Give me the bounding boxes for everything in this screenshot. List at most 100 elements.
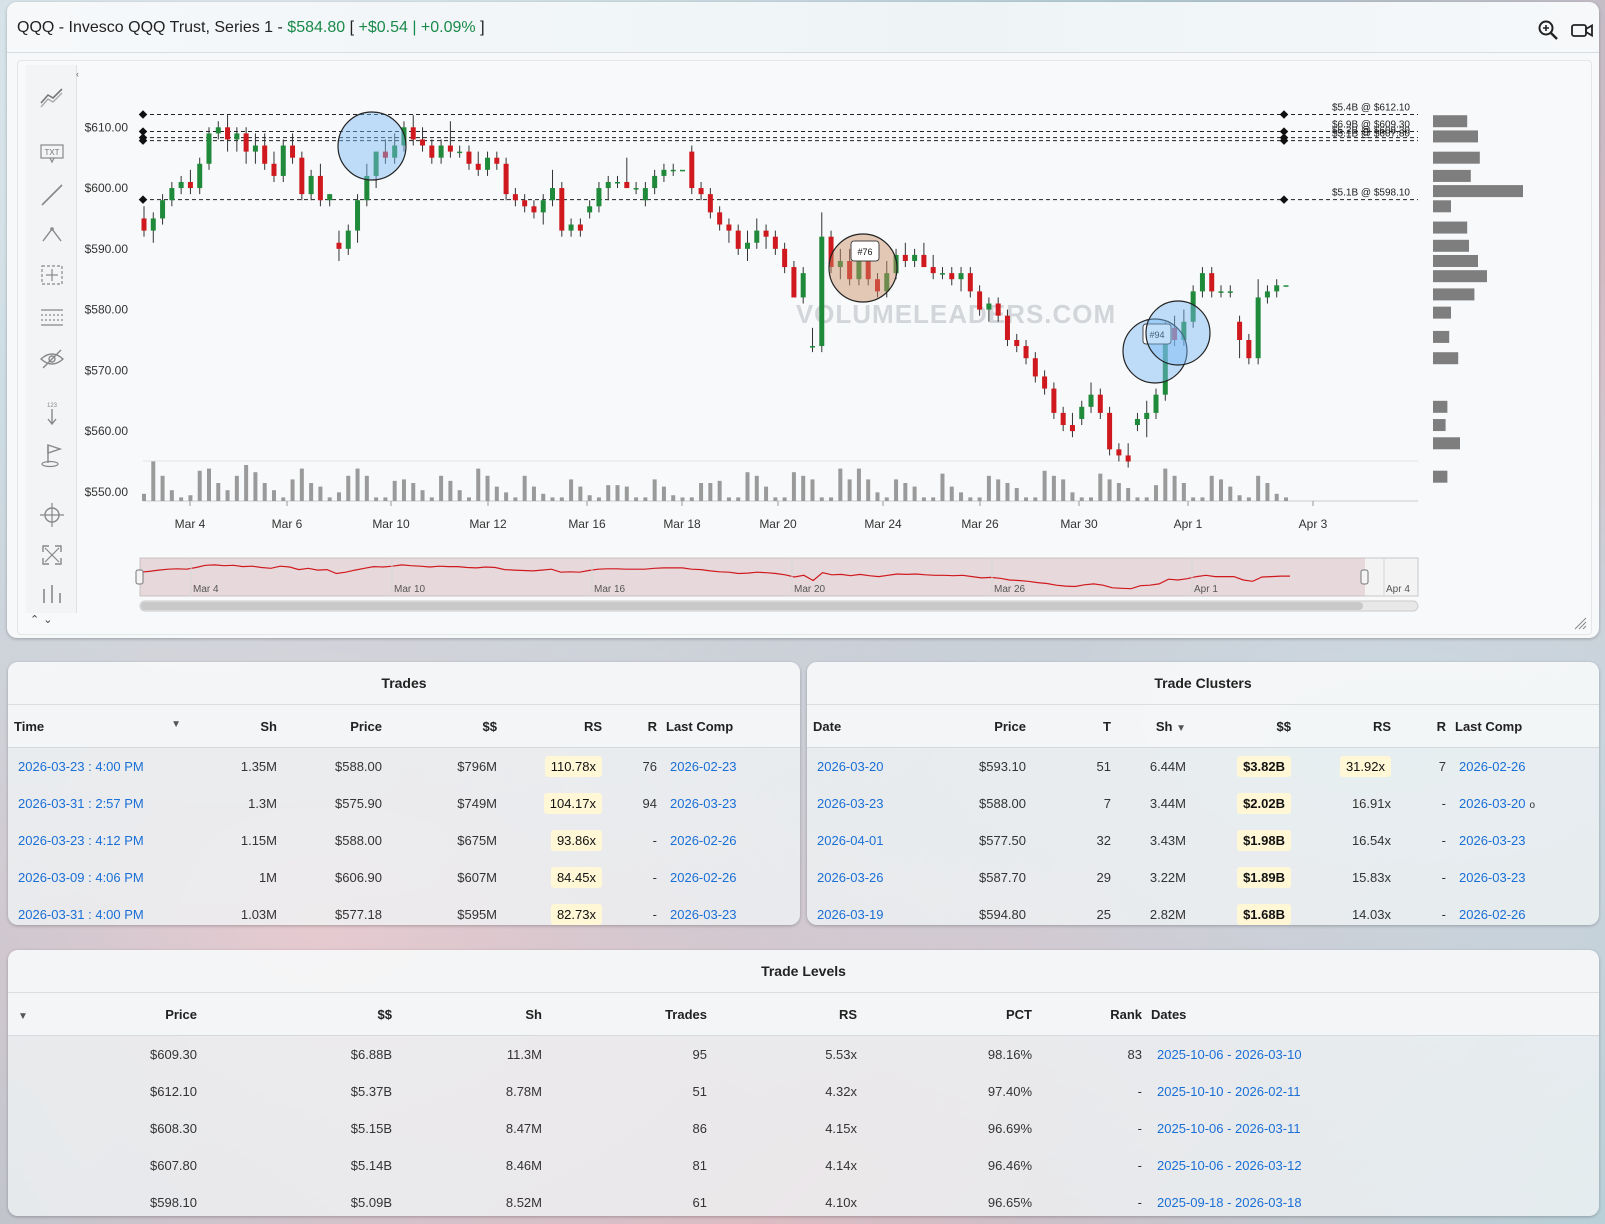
label-tool-icon[interactable]: 123 [38,399,66,427]
resize-grip-icon[interactable] [1573,616,1587,630]
level-dates-link[interactable]: 2025-10-06 - 2026-03-11 [1143,1110,1599,1147]
cluster-date-link-value[interactable]: 2026-03-26 [817,870,884,885]
col-time[interactable]: Time ▼ [8,705,188,748]
sort-caret-icon[interactable]: ▼ [1176,723,1186,734]
trade-last-comp-link-value[interactable]: 2026-02-26 [670,833,737,848]
cluster-date-link[interactable]: 2026-03-26 [807,859,947,896]
toolbar-scroll-arrows-icon[interactable]: ⌃⌄ [30,613,56,626]
trade-last-comp-link-value[interactable]: 2026-02-26 [670,870,737,885]
col-sh[interactable]: Sh ▼ [1112,705,1187,748]
col-price[interactable]: Price [38,993,198,1036]
cluster-last-comp-link-value[interactable]: 2026-02-26 [1459,759,1526,774]
line-tool-icon[interactable] [38,181,66,209]
col-trades[interactable]: Trades [543,993,708,1036]
col-rs[interactable]: RS [1292,705,1392,748]
zoom-in-icon[interactable] [1537,19,1559,41]
col-rank[interactable]: Rank [1033,993,1143,1036]
trade-time-link[interactable]: 2026-03-31 : 2:57 PM [8,785,188,822]
table-row[interactable]: 2026-03-20 $593.10 51 6.44M $3.82B 31.92x 7 202… [807,748,1599,786]
hide-drawings-icon[interactable] [38,345,66,373]
table-row[interactable]: $609.30 $6.88B 11.3M 95 5.53x 98.16% 83 2025-10… [8,1036,1599,1074]
cluster-last-comp-link[interactable]: 2026-03-20 o [1447,785,1599,822]
sort-caret-icon[interactable]: ▼ [8,993,38,1036]
col-rank[interactable]: R [603,705,658,748]
table-row[interactable]: 2026-03-31 : 2:57 PM 1.3M $575.90 $749M 104.… [8,785,800,822]
trade-last-comp-link-value[interactable]: 2026-03-23 [670,907,737,922]
level-dates-link-value[interactable]: 2025-10-06 - 2026-03-10 [1157,1047,1302,1062]
table-row[interactable]: 2026-04-01 $577.50 32 3.43M $1.98B 16.54x -202… [807,822,1599,859]
navigator-right-handle[interactable] [1360,569,1369,585]
video-camera-icon[interactable] [1570,19,1594,41]
trend-lines-icon[interactable] [38,83,66,111]
cluster-date-link-value[interactable]: 2026-03-20 [817,759,884,774]
cluster-last-comp-link-value[interactable]: 2026-02-26 [1459,907,1526,922]
col-dollars[interactable]: $$ [383,705,498,748]
table-row[interactable]: 2026-03-23 : 4:00 PM 1.35M $588.00 $796M 110… [8,748,800,786]
col-sh[interactable]: Sh [188,705,278,748]
table-row[interactable]: 2026-03-09 : 4:06 PM 1M $606.90 $607M 84.45x… [8,859,800,896]
cluster-date-link[interactable]: 2026-04-01 [807,822,947,859]
table-row[interactable]: 2026-03-19 $594.80 25 2.82M $1.68B 14.03x -202… [807,896,1599,925]
col-date[interactable]: Date [807,705,947,748]
trade-last-comp-link-value[interactable]: 2026-02-23 [670,759,737,774]
level-dates-link[interactable]: 2025-10-10 - 2026-02-11 [1143,1073,1599,1110]
col-t[interactable]: T [1027,705,1112,748]
fullscreen-icon[interactable] [38,541,66,569]
cluster-last-comp-link[interactable]: 2026-03-23 [1447,822,1599,859]
level-dates-link-value[interactable]: 2025-10-10 - 2026-02-11 [1157,1084,1301,1099]
price-chart[interactable]: $610.00 $600.00 $590.00 $580.00 $570.00 $560.… [18,61,1591,634]
cluster-date-link[interactable]: 2026-03-23 [807,785,947,822]
cluster-last-comp-link[interactable]: 2026-02-26 [1447,748,1599,786]
col-price[interactable]: Price [278,705,383,748]
cluster-last-comp-link[interactable]: 2026-03-23 [1447,859,1599,896]
indicators-icon[interactable] [38,579,66,607]
measure-tool-icon[interactable] [38,261,66,289]
trade-time-link-value[interactable]: 2026-03-31 : 2:57 PM [18,796,144,811]
table-row[interactable]: 2026-03-31 : 4:00 PM 1.03M $577.18 $595M 82.… [8,896,800,925]
level-dates-link[interactable]: 2025-10-06 - 2026-03-10 [1143,1036,1599,1074]
trade-time-link-value[interactable]: 2026-03-23 : 4:12 PM [18,833,144,848]
trade-time-link-value[interactable]: 2026-03-31 : 4:00 PM [18,907,144,922]
fibonacci-tool-icon[interactable] [38,221,66,249]
col-rank[interactable]: R [1392,705,1447,748]
table-row[interactable]: $607.80 $5.14B 8.46M 81 4.14x 96.46% -2025-10-… [8,1147,1599,1184]
col-rs[interactable]: RS [498,705,603,748]
col-last-comp[interactable]: Last Comp [1447,705,1599,748]
trade-last-comp-link[interactable]: 2026-02-26 [658,822,800,859]
trade-time-link[interactable]: 2026-03-09 : 4:06 PM [8,859,188,896]
trade-last-comp-link[interactable]: 2026-03-23 [658,785,800,822]
trade-time-link[interactable]: 2026-03-23 : 4:00 PM [8,748,188,786]
level-dates-link-value[interactable]: 2025-10-06 - 2026-03-12 [1157,1158,1302,1173]
table-row[interactable]: $612.10 $5.37B 8.78M 51 4.32x 97.40% -2025-10-… [8,1073,1599,1110]
trade-time-link-value[interactable]: 2026-03-09 : 4:06 PM [18,870,144,885]
cluster-last-comp-link[interactable]: 2026-02-26 [1447,896,1599,925]
flag-tool-icon[interactable] [38,441,66,469]
trade-time-link[interactable]: 2026-03-31 : 4:00 PM [8,896,188,925]
trade-last-comp-link[interactable]: 2026-02-26 [658,859,800,896]
cluster-date-link-value[interactable]: 2026-04-01 [817,833,884,848]
navigator-scrollbar-thumb[interactable] [141,602,1363,610]
col-dates[interactable]: Dates [1143,993,1599,1036]
col-dollars[interactable]: $$ [1187,705,1292,748]
table-row[interactable]: $598.10 $5.09B 8.52M 61 4.10x 96.65% -2025-09-… [8,1184,1599,1216]
level-dates-link-value[interactable]: 2025-10-06 - 2026-03-11 [1157,1121,1301,1136]
col-price[interactable]: Price [947,705,1027,748]
table-row[interactable]: $608.30 $5.15B 8.47M 86 4.15x 96.69% -2025-10-… [8,1110,1599,1147]
col-sh[interactable]: Sh [393,993,543,1036]
cluster-last-comp-link-value[interactable]: 2026-03-23 [1459,833,1526,848]
text-tool-icon[interactable]: TXT [38,139,66,167]
crosshair-zoom-icon[interactable] [38,501,66,529]
col-last-comp[interactable]: Last Comp [658,705,800,748]
cluster-date-link-value[interactable]: 2026-03-19 [817,907,884,922]
trade-time-link[interactable]: 2026-03-23 : 4:12 PM [8,822,188,859]
navigator-left-handle[interactable] [135,569,144,585]
cluster-last-comp-link-value[interactable]: 2026-03-23 [1459,870,1526,885]
toolbar-collapse-icon[interactable]: ‹ [76,69,79,79]
sort-caret-icon[interactable]: ▼ [171,719,181,730]
cluster-date-link[interactable]: 2026-03-19 [807,896,947,925]
col-pct[interactable]: PCT [858,993,1033,1036]
col-rs[interactable]: RS [708,993,858,1036]
cluster-date-link-value[interactable]: 2026-03-23 [817,796,884,811]
level-dates-link[interactable]: 2025-09-18 - 2026-03-18 [1143,1184,1599,1216]
level-dates-link-value[interactable]: 2025-09-18 - 2026-03-18 [1157,1195,1302,1210]
